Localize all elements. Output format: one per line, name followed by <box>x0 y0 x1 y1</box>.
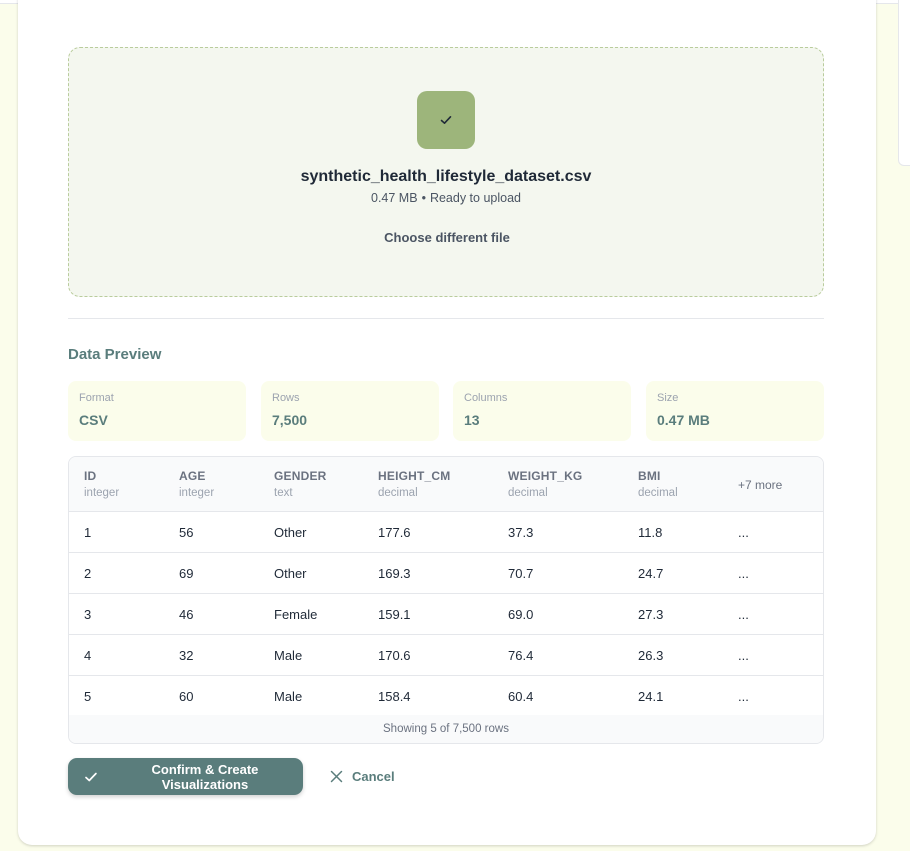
column-name: BMI <box>638 469 661 483</box>
stat-label: Columns <box>464 392 508 404</box>
cell-weight: 69.0 <box>508 607 534 622</box>
cell-bmi: 11.8 <box>638 525 663 540</box>
cell-gender: Male <box>274 689 303 704</box>
cell-weight: 37.3 <box>508 525 534 540</box>
file-dropzone[interactable]: synthetic_health_lifestyle_dataset.csv 0… <box>68 47 824 297</box>
file-meta: 0.47 MB • Ready to upload <box>69 191 823 205</box>
data-preview-title: Data Preview <box>68 346 162 363</box>
cell-height: 170.6 <box>378 648 411 663</box>
column-header-bmi: BMI decimal <box>638 469 678 499</box>
cell-id: 1 <box>84 525 92 540</box>
confirm-create-visualizations-button[interactable]: Confirm & Create Visualizations <box>68 758 303 795</box>
cell-height: 159.1 <box>378 607 411 622</box>
cell-bmi: 27.3 <box>638 607 664 622</box>
column-header-id: ID integer <box>84 469 119 499</box>
stat-value: 7,500 <box>272 412 308 428</box>
stat-label: Format <box>79 392 114 404</box>
column-type: decimal <box>378 487 418 499</box>
stat-label: Size <box>657 392 679 404</box>
close-icon <box>330 770 343 782</box>
cell-more: ... <box>738 689 749 704</box>
stat-value: 0.47 MB <box>657 412 710 428</box>
column-name: WEIGHT_KG <box>508 469 583 483</box>
stat-format: Format CSV <box>68 381 246 441</box>
column-header-weight: WEIGHT_KG decimal <box>508 469 582 499</box>
table-header: ID integer AGE integer GENDER text HEIGH… <box>69 457 823 512</box>
cell-bmi: 24.7 <box>638 566 664 581</box>
cell-height: 169.3 <box>378 566 411 581</box>
cell-age: 56 <box>179 525 194 540</box>
data-preview-table: ID integer AGE integer GENDER text HEIGH… <box>68 456 824 744</box>
cell-weight: 60.4 <box>508 689 534 704</box>
cell-more: ... <box>738 648 749 663</box>
column-name: AGE <box>179 469 206 483</box>
file-name: synthetic_health_lifestyle_dataset.csv <box>300 168 592 185</box>
cell-more: ... <box>738 607 749 622</box>
cell-id: 4 <box>84 648 92 663</box>
column-type: decimal <box>638 487 678 499</box>
cell-more: ... <box>738 525 749 540</box>
column-type: integer <box>179 487 215 499</box>
cell-gender: Other <box>274 525 307 540</box>
file-size: 0.47 MB <box>371 191 418 205</box>
cell-gender: Female <box>274 607 318 622</box>
cell-gender: Male <box>274 648 303 663</box>
column-name: HEIGHT_CM <box>378 469 451 483</box>
table-footer: Showing 5 of 7,500 rows <box>69 715 823 743</box>
column-header-height: HEIGHT_CM decimal <box>378 469 450 499</box>
stat-label: Rows <box>272 392 300 404</box>
stat-rows: Rows 7,500 <box>261 381 439 441</box>
column-type: decimal <box>508 487 548 499</box>
table-row: 5 60 Male 158.4 60.4 24.1 ... <box>69 676 823 717</box>
column-header-age: AGE integer <box>179 469 214 499</box>
cell-height: 177.6 <box>378 525 411 540</box>
more-columns-label: +7 more <box>738 478 783 492</box>
cancel-button-label: Cancel <box>352 768 395 784</box>
cell-more: ... <box>738 566 749 581</box>
table-row: 3 46 Female 159.1 69.0 27.3 ... <box>69 594 823 635</box>
cell-weight: 70.7 <box>508 566 534 581</box>
stat-value: CSV <box>79 412 108 428</box>
cell-id: 5 <box>84 689 92 704</box>
stat-size: Size 0.47 MB <box>646 381 824 441</box>
cell-id: 2 <box>84 566 92 581</box>
cell-age: 32 <box>179 648 194 663</box>
cell-age: 46 <box>179 607 194 622</box>
check-icon <box>85 772 97 781</box>
table-row: 2 69 Other 169.3 70.7 24.7 ... <box>69 553 823 594</box>
table-row: 1 56 Other 177.6 37.3 11.8 ... <box>69 512 823 553</box>
confirm-button-label: Confirm & Create Visualizations <box>151 761 259 792</box>
cell-weight: 76.4 <box>508 648 534 663</box>
column-type: integer <box>84 487 120 499</box>
stat-columns: Columns 13 <box>453 381 631 441</box>
choose-different-file-button[interactable]: Choose different file <box>369 227 525 249</box>
column-type: text <box>274 487 293 499</box>
side-panel-edge <box>898 0 910 166</box>
column-name: ID <box>84 469 97 483</box>
file-ready-badge <box>417 91 475 149</box>
check-icon <box>440 116 452 124</box>
cell-age: 60 <box>179 689 194 704</box>
cell-height: 158.4 <box>378 689 411 704</box>
cell-bmi: 26.3 <box>638 648 664 663</box>
cancel-button[interactable]: Cancel <box>330 764 395 788</box>
section-divider <box>68 318 824 319</box>
cell-gender: Other <box>274 566 307 581</box>
cell-bmi: 24.1 <box>638 689 664 704</box>
stat-value: 13 <box>464 412 480 428</box>
file-status: Ready to upload <box>429 191 521 205</box>
cell-id: 3 <box>84 607 92 622</box>
table-row: 4 32 Male 170.6 76.4 26.3 ... <box>69 635 823 676</box>
column-header-gender: GENDER text <box>274 469 327 499</box>
meta-separator: • <box>421 191 426 205</box>
cell-age: 69 <box>179 566 194 581</box>
column-name: GENDER <box>274 469 327 483</box>
